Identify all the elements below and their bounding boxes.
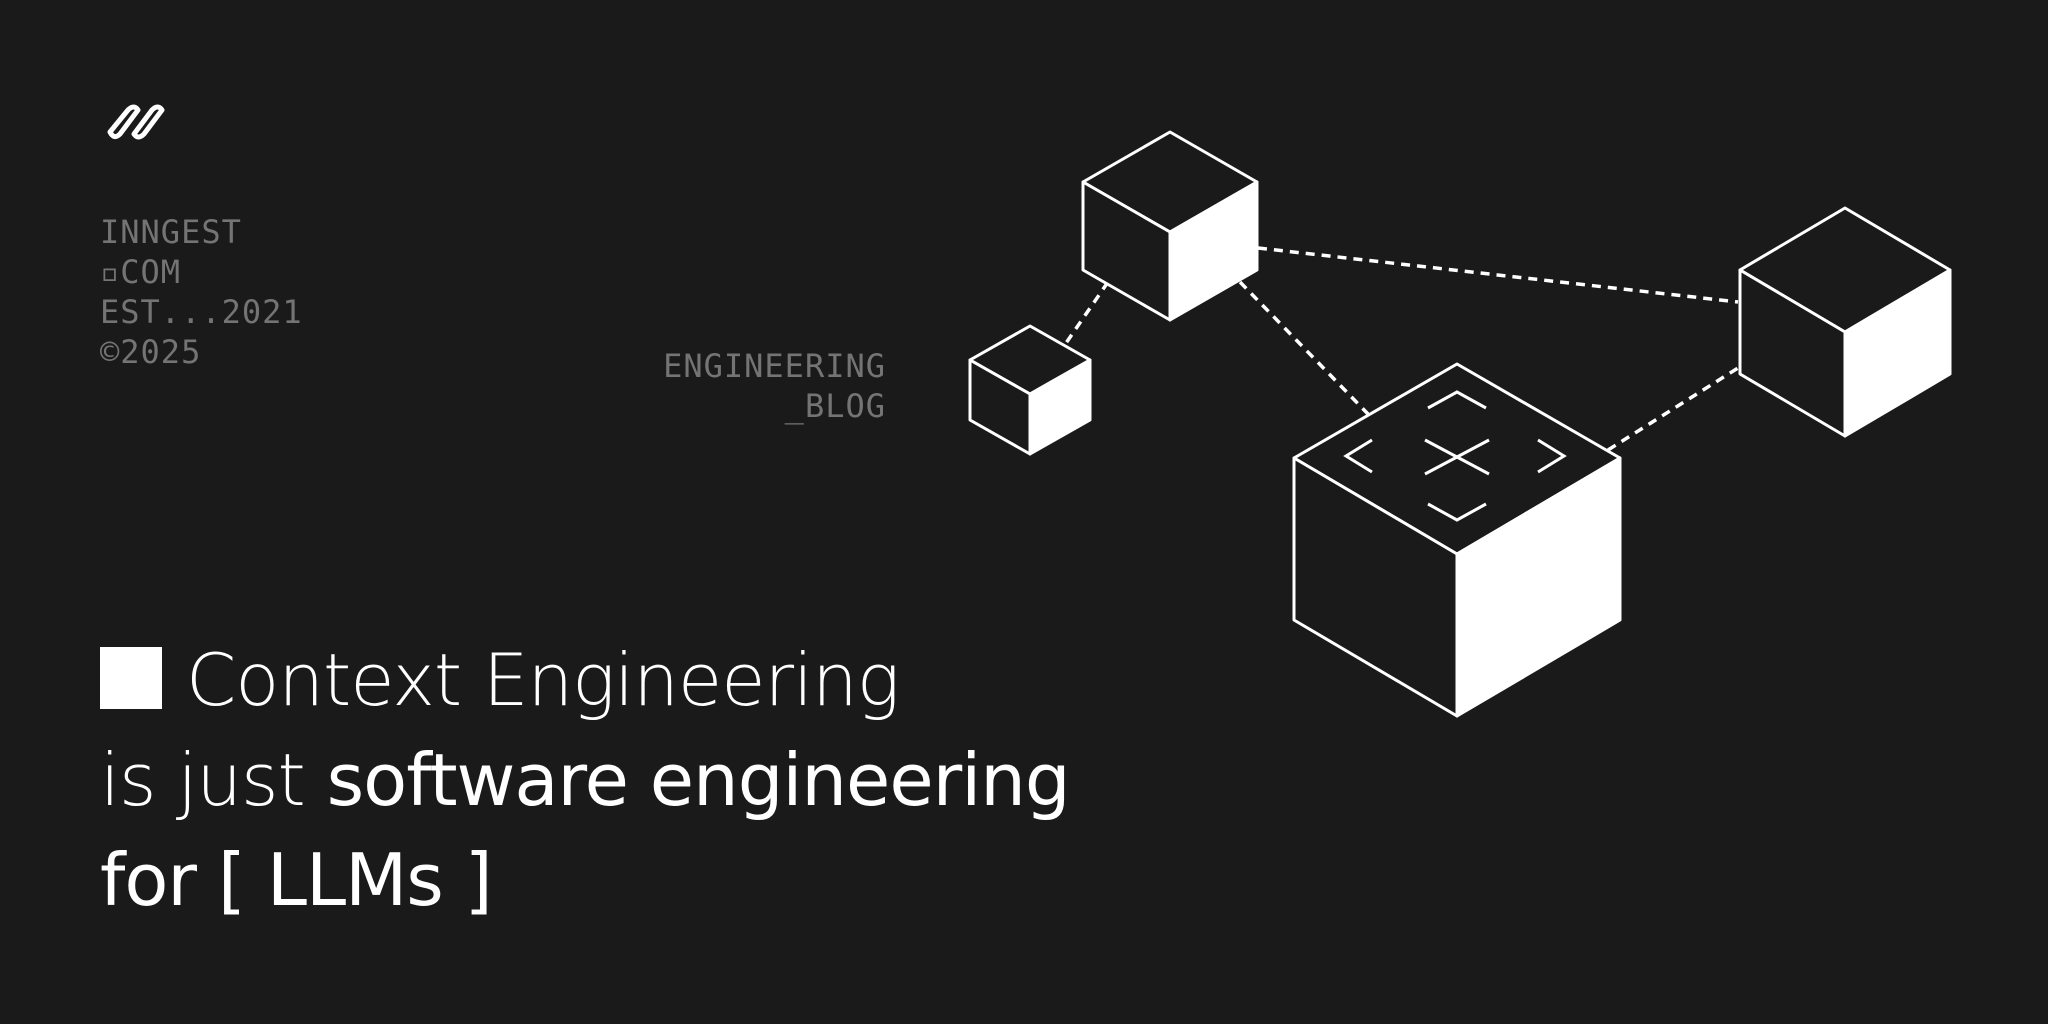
small-cube xyxy=(968,324,1092,456)
large-cube xyxy=(1292,362,1622,718)
square-bullet-icon xyxy=(100,647,162,709)
headline-line-3: for [ LLMs ] xyxy=(100,838,493,922)
connector-large-to-right xyxy=(1607,366,1739,452)
top-cube xyxy=(1081,130,1259,322)
connector-top-to-right xyxy=(1257,246,1739,304)
headline: Context Engineering is just software eng… xyxy=(100,630,1071,930)
connector-top-to-small xyxy=(1062,281,1110,347)
headline-emphasis: software engineering xyxy=(326,738,1071,822)
headline-line-1: Context Engineering xyxy=(100,630,1070,730)
right-cube xyxy=(1738,206,1952,438)
headline-line-2: is just software engineering xyxy=(100,730,1071,830)
headline-title: Context Engineering xyxy=(186,638,900,722)
connector-top-to-large xyxy=(1238,280,1370,416)
headline-prefix: is just xyxy=(100,738,327,822)
